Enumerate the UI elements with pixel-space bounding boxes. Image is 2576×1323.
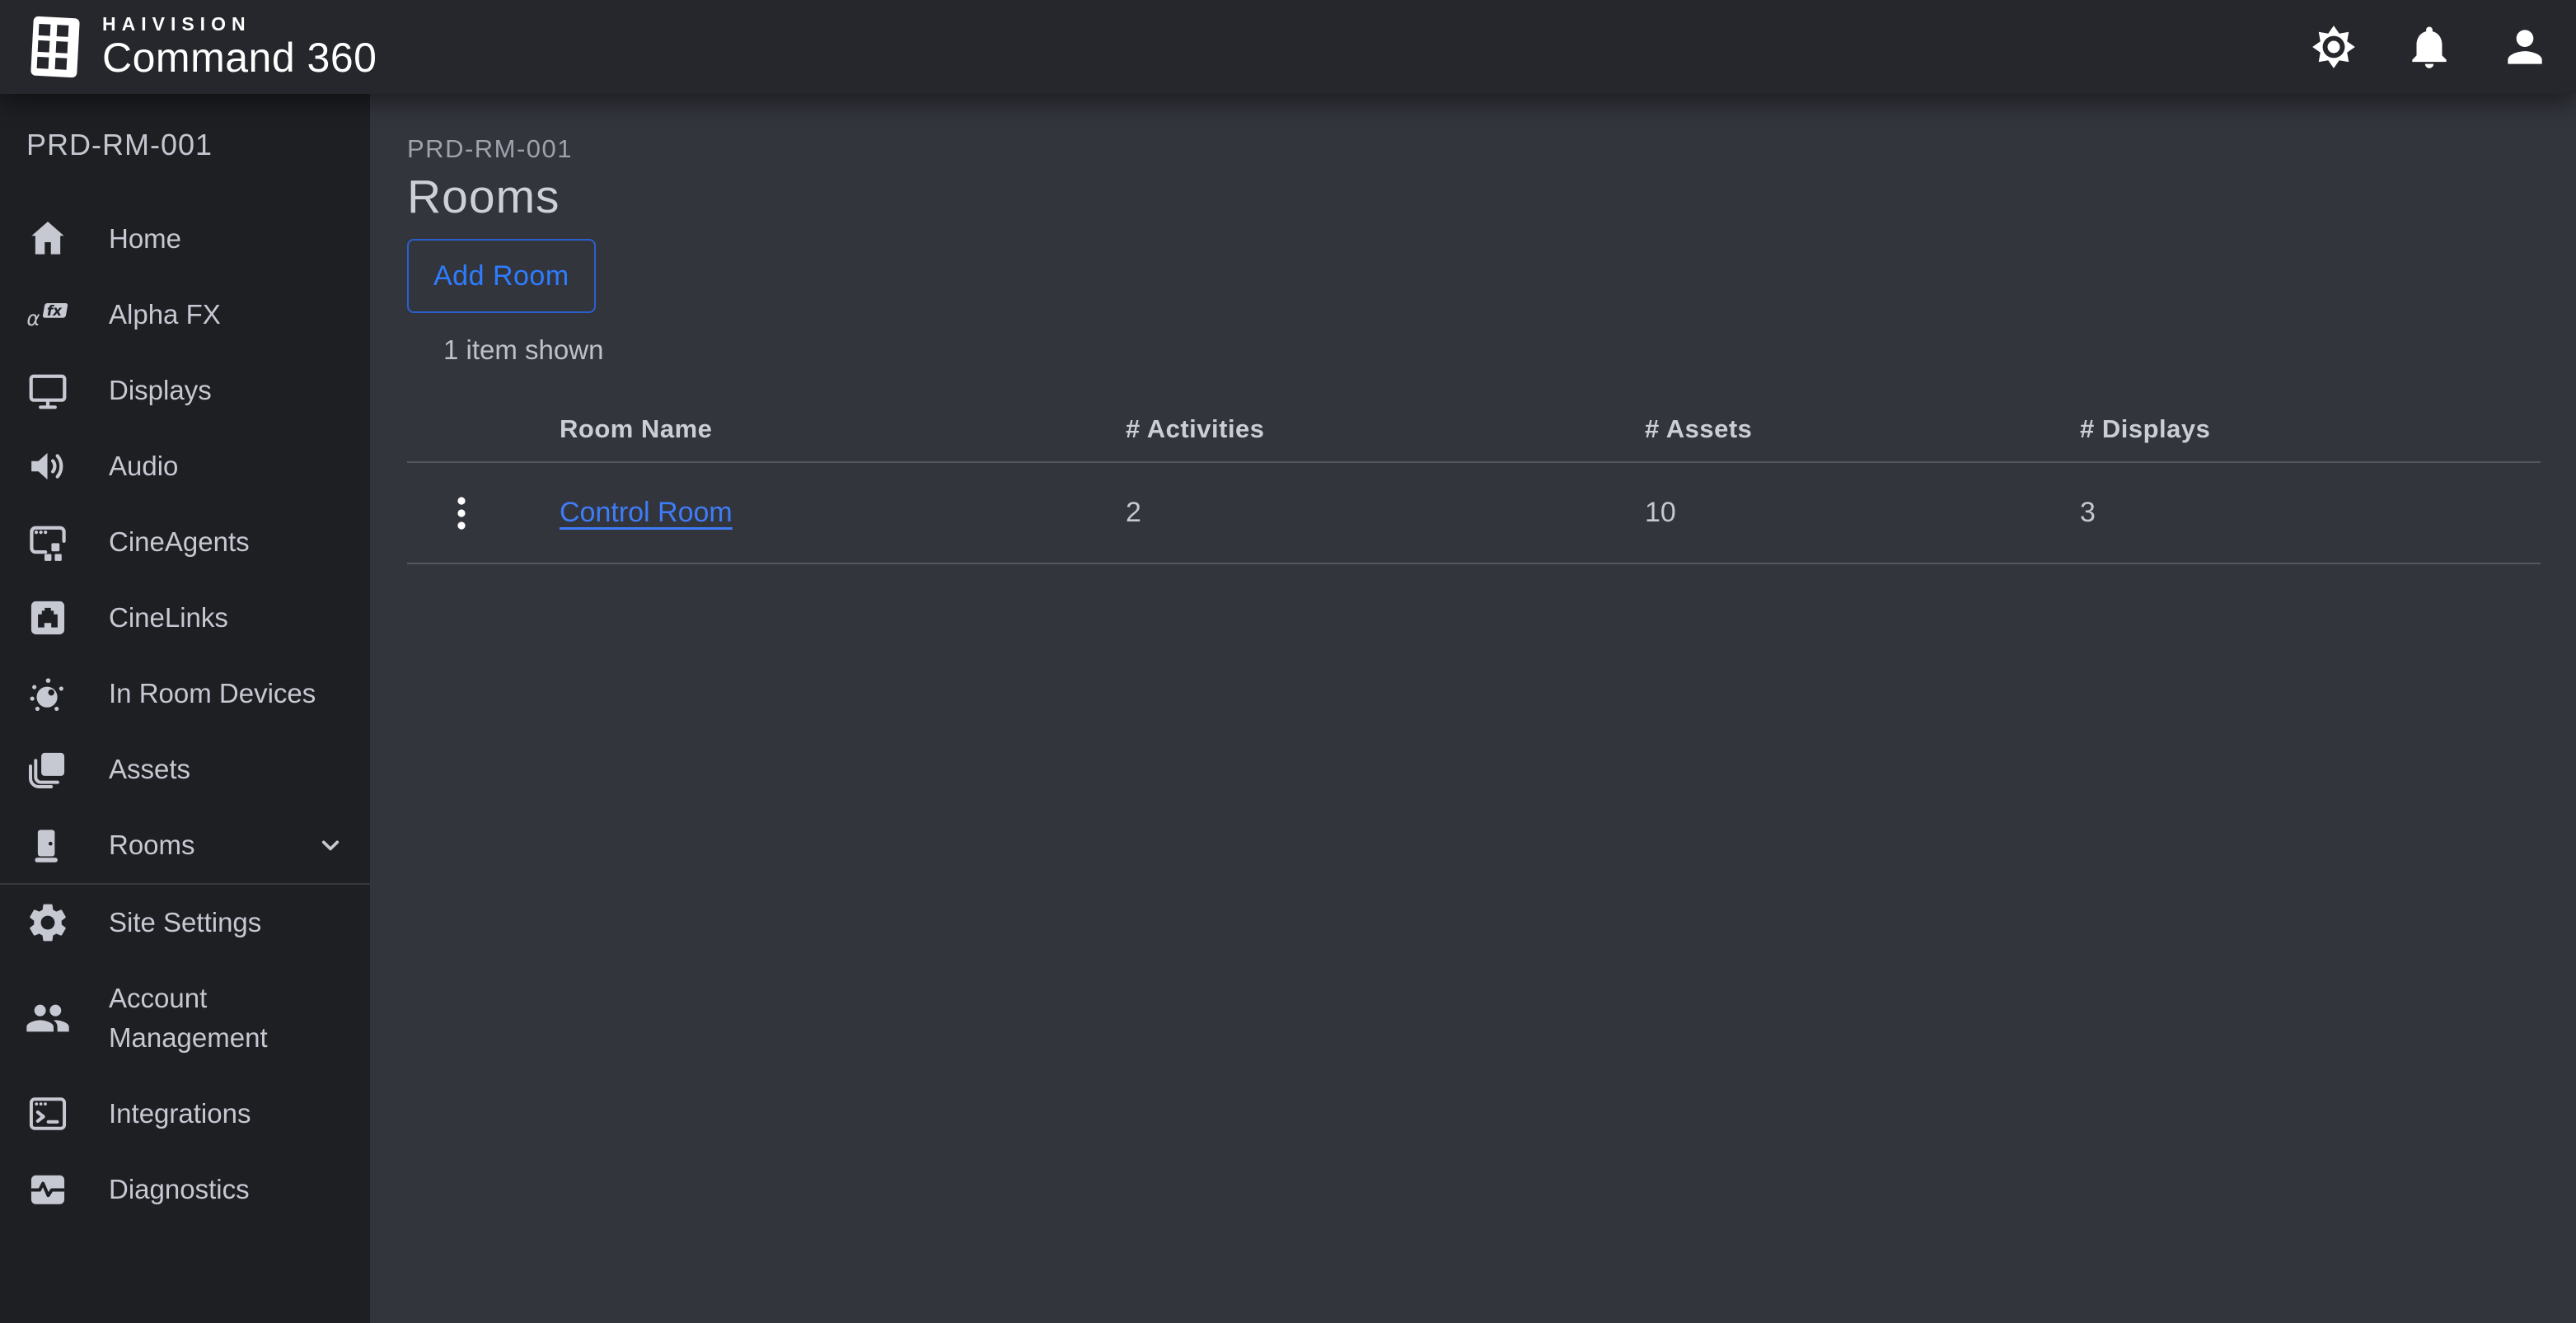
sidebar-item-alpha-fx[interactable]: α fx Alpha FX bbox=[0, 277, 370, 353]
sidebar-item-label: Site Settings bbox=[109, 907, 262, 937]
sidebar-item-label: Displays bbox=[109, 375, 212, 405]
stacked-assets-icon bbox=[23, 745, 73, 794]
page-title: Rooms bbox=[407, 171, 560, 223]
table-row-cell-room-name: Control Room bbox=[560, 463, 1126, 564]
sidebar-item-label: Alpha FX bbox=[109, 299, 221, 330]
brand-text: HAIVISION Command 360 bbox=[102, 13, 377, 81]
profile-button[interactable] bbox=[2499, 21, 2551, 73]
table-row-cell-assets: 10 bbox=[1645, 463, 2080, 564]
alpha-fx-icon: α fx bbox=[23, 290, 73, 339]
brand: HAIVISION Command 360 bbox=[25, 13, 377, 81]
sidebar-item-cinelinks[interactable]: CineLinks bbox=[0, 580, 370, 656]
device-hub-icon bbox=[23, 669, 73, 718]
sidebar-item-label: In Room Devices bbox=[109, 678, 316, 708]
room-link[interactable]: Control Room bbox=[560, 497, 733, 529]
sidebar-item-cineagents[interactable]: CineAgents bbox=[0, 504, 370, 580]
chevron-down-icon[interactable] bbox=[312, 827, 349, 863]
sidebar-item-label: Diagnostics bbox=[109, 1174, 250, 1204]
speaker-icon bbox=[23, 442, 73, 491]
sidebar-item-site-settings[interactable]: Site Settings bbox=[0, 885, 370, 961]
sidebar-item-home[interactable]: Home bbox=[0, 201, 370, 277]
door-icon bbox=[23, 820, 73, 870]
display-icon bbox=[23, 366, 73, 415]
sidebar-site-label: PRD-RM-001 bbox=[26, 128, 213, 161]
items-shown-count: 1 item shown bbox=[443, 334, 604, 365]
notifications-button[interactable] bbox=[2403, 21, 2456, 73]
sidebar-item-in-room-devices[interactable]: In Room Devices bbox=[0, 656, 370, 732]
sidebar-item-diagnostics[interactable]: Diagnostics bbox=[0, 1152, 370, 1227]
topbar-actions bbox=[2307, 21, 2551, 73]
sidebar-item-account-management[interactable]: Account Management bbox=[0, 961, 370, 1076]
sidebar-item-label: Home bbox=[109, 223, 182, 254]
sidebar: PRD-RM-001 Home α fx Alpha FX Displays A… bbox=[0, 94, 370, 1323]
sidebar-item-label: CineAgents bbox=[109, 526, 250, 557]
svg-text:fx: fx bbox=[47, 302, 63, 319]
kebab-menu-icon bbox=[457, 496, 466, 530]
sidebar-item-label: Integrations bbox=[109, 1098, 251, 1129]
terminal-window-icon bbox=[23, 1089, 73, 1138]
settings-button[interactable] bbox=[2307, 21, 2360, 73]
haivision-logo-icon bbox=[30, 16, 80, 78]
ethernet-port-icon bbox=[23, 593, 73, 643]
sidebar-item-label: Assets bbox=[109, 754, 191, 784]
sidebar-item-label: Rooms bbox=[109, 830, 195, 860]
sidebar-item-audio[interactable]: Audio bbox=[0, 428, 370, 504]
row-actions-menu[interactable] bbox=[407, 463, 560, 564]
product-name: Command 360 bbox=[102, 35, 377, 81]
column-header-room-name: Room Name bbox=[560, 397, 1126, 463]
sidebar-item-rooms[interactable]: Rooms bbox=[0, 807, 370, 883]
svg-text:α: α bbox=[26, 306, 40, 330]
cineagents-window-icon bbox=[23, 517, 73, 567]
sidebar-item-label: CineLinks bbox=[109, 602, 228, 633]
add-room-button[interactable]: Add Room bbox=[407, 239, 596, 313]
sidebar-item-displays[interactable]: Displays bbox=[0, 353, 370, 428]
pulse-icon bbox=[23, 1165, 73, 1214]
column-header-assets: # Assets bbox=[1645, 397, 2080, 463]
bell-icon bbox=[2412, 26, 2447, 68]
people-icon bbox=[23, 993, 73, 1043]
home-icon bbox=[23, 214, 73, 264]
table-row-cell-displays: 3 bbox=[2080, 463, 2541, 564]
main-content: PRD-RM-001 Rooms Add Room 1 item shown R… bbox=[370, 94, 2576, 1323]
gear-icon bbox=[2312, 26, 2355, 68]
table-row-cell-activities: 2 bbox=[1126, 463, 1645, 564]
app-bar: HAIVISION Command 360 bbox=[0, 0, 2576, 94]
breadcrumb: PRD-RM-001 bbox=[407, 134, 574, 163]
sidebar-item-label: Account Management bbox=[109, 983, 268, 1053]
sidebar-item-assets[interactable]: Assets bbox=[0, 732, 370, 807]
column-header-activities: # Activities bbox=[1126, 397, 1645, 463]
rooms-table: Room Name # Activities # Assets # Displa… bbox=[407, 397, 2541, 564]
gear-icon bbox=[23, 898, 73, 947]
brand-name: HAIVISION bbox=[102, 13, 251, 35]
sidebar-item-integrations[interactable]: Integrations bbox=[0, 1076, 370, 1152]
sidebar-item-label: Audio bbox=[109, 451, 179, 481]
person-icon bbox=[2508, 30, 2542, 64]
table-header-spacer bbox=[407, 397, 560, 463]
column-header-displays: # Displays bbox=[2080, 397, 2541, 463]
